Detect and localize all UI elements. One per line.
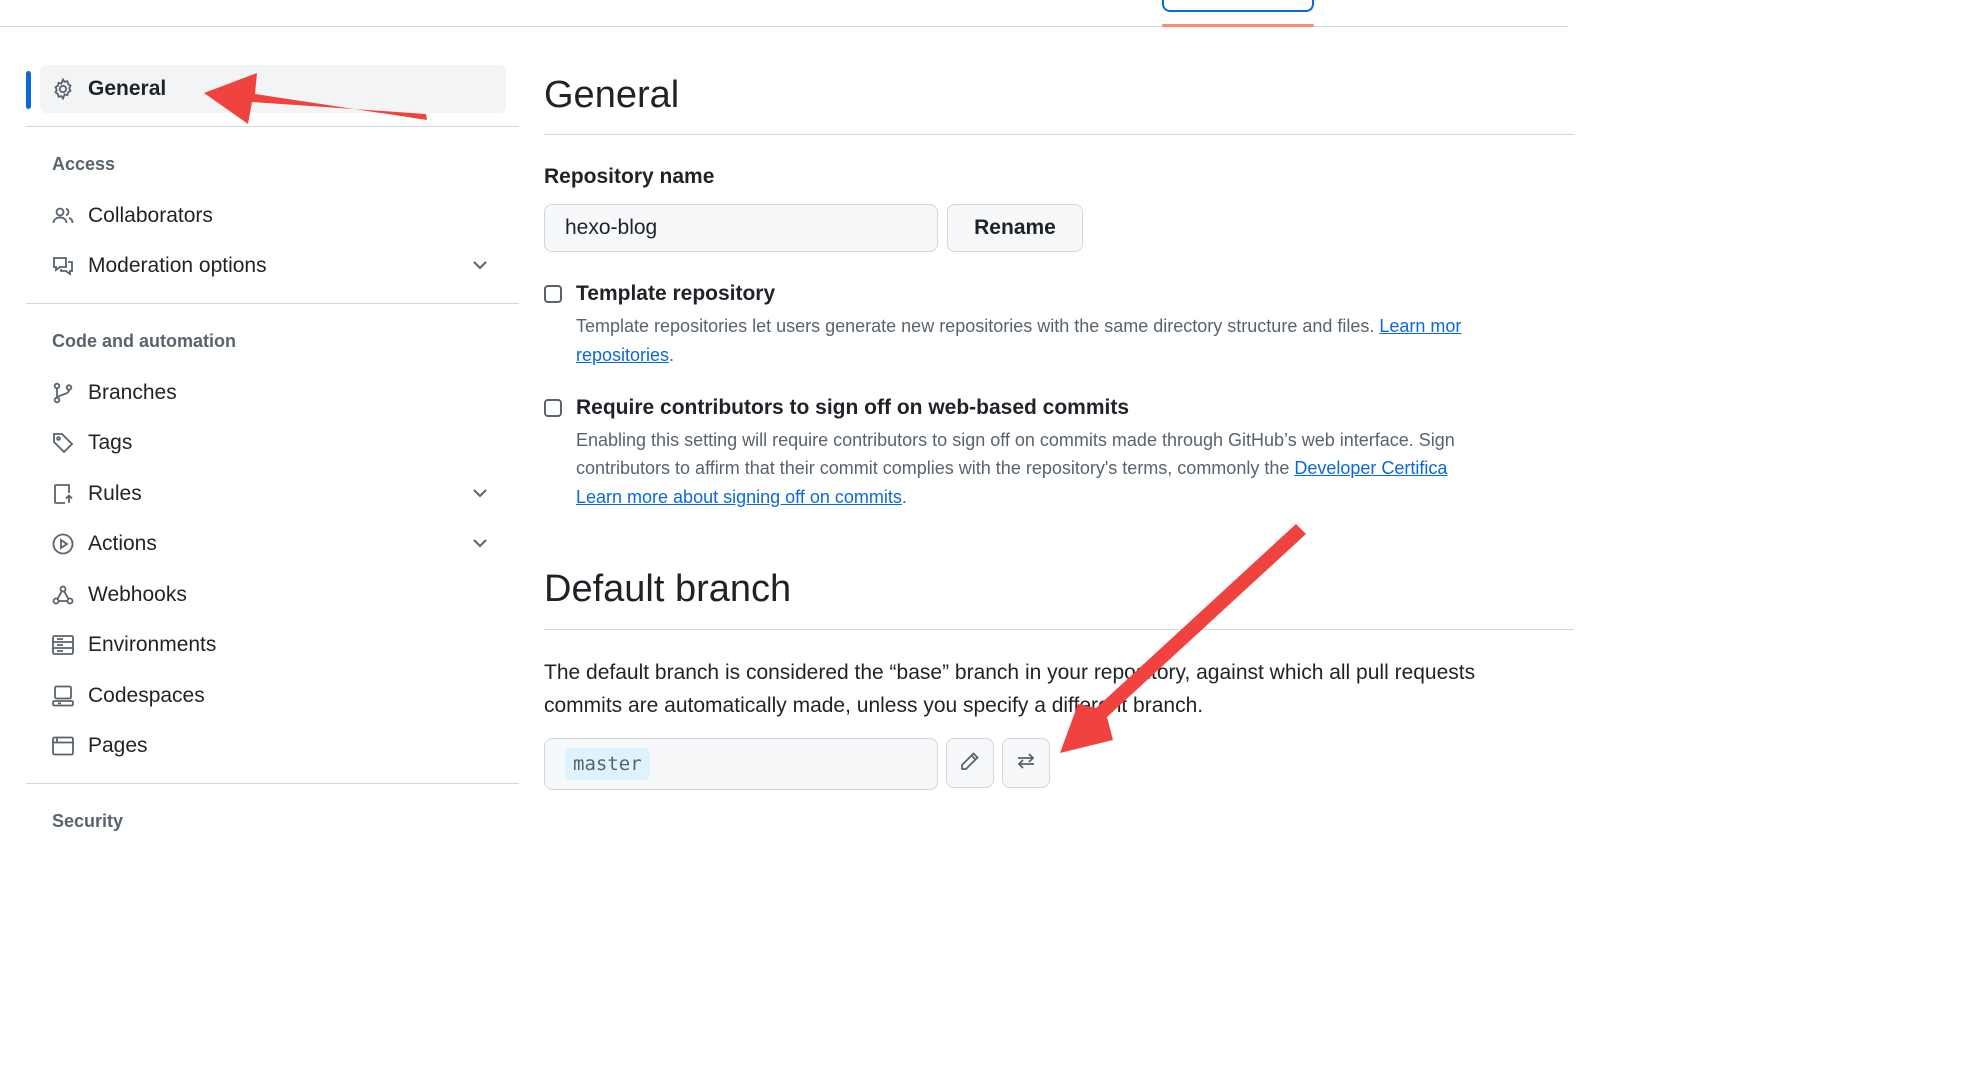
play-icon <box>50 531 76 557</box>
sidebar-item-label: General <box>88 77 167 100</box>
chevron-down-icon[interactable] <box>470 533 490 558</box>
section-heading-code-automation: Code and automation <box>52 331 236 351</box>
sidebar-item-branches[interactable]: Branches <box>40 369 506 417</box>
sidebar-item-codespaces[interactable]: Codespaces <box>40 672 506 720</box>
edit-branch-button[interactable] <box>946 738 994 788</box>
sidebar-item-moderation-options[interactable]: Moderation options <box>40 242 506 290</box>
title-divider <box>544 134 1574 135</box>
sidebar-item-label: Tags <box>88 431 133 454</box>
sidebar-divider <box>26 303 519 304</box>
description-text: . <box>901 487 907 507</box>
signoff-checkbox[interactable] <box>544 399 562 417</box>
signoff-learn-more: Learn more about signing off on commits. <box>576 483 907 511</box>
repository-name-value: hexo-blog <box>565 216 658 239</box>
sidebar-item-environments[interactable]: Environments <box>40 621 506 669</box>
default-branch-heading: Default branch <box>544 568 792 610</box>
sidebar-item-tags[interactable]: Tags <box>40 419 506 467</box>
git-branch-icon <box>50 380 76 406</box>
sidebar-item-label: Pages <box>88 734 148 757</box>
sidebar-item-pages[interactable]: Pages <box>40 722 506 770</box>
sidebar-item-rules[interactable]: Rules <box>40 470 506 518</box>
description-text: Template repositories let users generate… <box>576 316 1380 336</box>
page-title: General <box>544 74 680 116</box>
sidebar-item-label: Webhooks <box>88 583 187 606</box>
section-heading-access: Access <box>52 154 116 174</box>
codespaces-icon <box>50 683 76 709</box>
template-repository-description-cont: repositories. <box>576 341 674 369</box>
chevron-down-icon[interactable] <box>470 255 490 280</box>
signoff-description: Enabling this setting will require contr… <box>576 430 1455 450</box>
template-repository-description: Template repositories let users generate… <box>576 312 1461 340</box>
template-repository-checkbox[interactable] <box>544 285 562 303</box>
learn-more-link[interactable]: Learn mor <box>1379 316 1461 336</box>
settings-main: General Repository name hexo-blog Rename… <box>544 0 1574 844</box>
branch-name: master <box>565 748 650 780</box>
server-icon <box>50 632 76 658</box>
default-branch-description-cont: commits are automatically made, unless y… <box>544 694 1204 717</box>
signoff-title: Require contributors to sign off on web-… <box>576 396 1130 419</box>
comment-discussion-icon <box>50 253 76 279</box>
pencil-icon <box>958 749 982 778</box>
sidebar-item-label: Moderation options <box>88 254 267 277</box>
template-repository-title: Template repository <box>576 282 776 305</box>
repo-push-icon <box>50 481 76 507</box>
repositories-link[interactable]: repositories <box>576 345 669 365</box>
sidebar-divider <box>26 783 519 784</box>
active-indicator <box>26 71 31 109</box>
arrow-switch-icon <box>1014 749 1038 778</box>
sidebar-item-general[interactable]: General <box>40 65 506 113</box>
sidebar-item-label: Codespaces <box>88 684 205 707</box>
signoff-description-cont: contributors to affirm that their commit… <box>576 454 1447 482</box>
developer-certificate-link[interactable]: Developer Certifica <box>1294 458 1447 478</box>
people-icon <box>50 203 76 229</box>
repository-name-input[interactable]: hexo-blog <box>544 204 938 252</box>
learn-more-signing-link[interactable]: Learn more about signing off on commits <box>576 487 902 507</box>
sidebar-item-actions[interactable]: Actions <box>40 520 506 568</box>
description-text: . <box>669 345 675 365</box>
sidebar-item-collaborators[interactable]: Collaborators <box>40 192 506 240</box>
sidebar-item-label: Rules <box>88 482 142 505</box>
sidebar-item-webhooks[interactable]: Webhooks <box>40 571 506 619</box>
sidebar-item-label: Actions <box>88 532 157 555</box>
sidebar-divider <box>26 126 519 127</box>
rename-button[interactable]: Rename <box>947 204 1083 252</box>
webhook-icon <box>50 582 76 608</box>
gear-icon <box>50 76 76 102</box>
description-text: contributors to affirm that their commit… <box>576 458 1295 478</box>
repository-name-label: Repository name <box>544 165 715 188</box>
default-branch-divider <box>544 629 1574 630</box>
default-branch-field: master <box>544 738 938 790</box>
switch-branch-button[interactable] <box>1002 738 1050 788</box>
default-branch-description: The default branch is considered the “ba… <box>544 661 1476 684</box>
sidebar-item-label: Environments <box>88 633 217 656</box>
section-heading-security: Security <box>52 811 124 831</box>
sidebar-item-label: Branches <box>88 381 177 404</box>
chevron-down-icon[interactable] <box>470 483 490 508</box>
tag-icon <box>50 430 76 456</box>
browser-icon <box>50 733 76 759</box>
sidebar-item-label: Collaborators <box>88 204 213 227</box>
